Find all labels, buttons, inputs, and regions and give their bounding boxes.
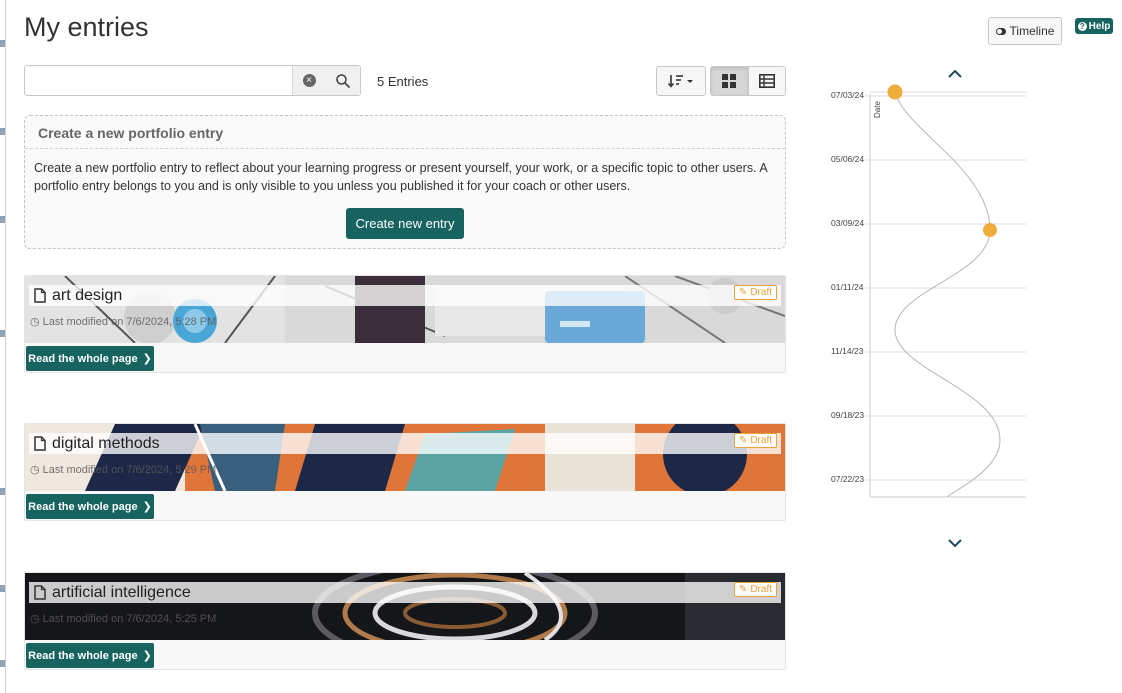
sort-button[interactable] bbox=[656, 66, 706, 96]
timeline-tick-label: 05/06/24 bbox=[831, 154, 865, 164]
window-left-edge bbox=[0, 0, 6, 693]
timeline-tick-label: 11/14/23 bbox=[831, 346, 864, 356]
create-entry-panel: Create a new portfolio entry Create a ne… bbox=[24, 115, 786, 249]
help-icon: ? bbox=[1077, 21, 1087, 31]
chevron-right-icon: ❯ bbox=[142, 501, 152, 513]
search-icon[interactable] bbox=[335, 73, 351, 89]
grid-view-button[interactable] bbox=[711, 67, 748, 95]
read-whole-page-button[interactable]: Read the whole page ❯ bbox=[26, 346, 154, 371]
read-button-label: Read the whole page bbox=[28, 352, 138, 365]
timeline-marker[interactable] bbox=[887, 84, 903, 100]
help-button[interactable]: ? Help bbox=[1075, 18, 1113, 34]
create-entry-description: Create a new portfolio entry to reflect … bbox=[34, 161, 768, 193]
last-modified-text: Last modified on 7/6/2024, 5:28 PM bbox=[42, 315, 217, 328]
entry-title[interactable]: artificial intelligence bbox=[52, 584, 191, 602]
page-title: My entries bbox=[24, 12, 149, 42]
document-icon bbox=[34, 288, 46, 303]
search-box: × bbox=[24, 65, 361, 96]
read-button-label: Read the whole page bbox=[28, 500, 138, 513]
pencil-icon: ✎ bbox=[738, 584, 748, 595]
entry-card-digital-methods: digital methods ✎ Draft ◷ Last modified … bbox=[24, 423, 786, 521]
clear-search-icon[interactable]: × bbox=[302, 74, 316, 87]
timeline-toggle-label: Timeline bbox=[1009, 24, 1055, 38]
read-button-label: Read the whole page bbox=[28, 649, 138, 662]
entry-title-bar: digital methods bbox=[29, 433, 781, 454]
pencil-icon: ✎ bbox=[738, 435, 748, 446]
draft-badge: ✎ Draft bbox=[733, 285, 777, 300]
entries-count: 5 Entries bbox=[377, 74, 429, 89]
pencil-icon: ✎ bbox=[738, 287, 748, 298]
chevron-right-icon: ❯ bbox=[142, 650, 152, 662]
search-input[interactable] bbox=[25, 66, 292, 95]
timeline-toggle-button[interactable]: Timeline bbox=[988, 17, 1062, 45]
document-icon bbox=[34, 585, 46, 600]
create-entry-title: Create a new portfolio entry bbox=[25, 116, 785, 149]
clock-icon: ◷ bbox=[30, 464, 40, 476]
draft-label: Draft bbox=[750, 584, 772, 595]
timeline-tick-label: 01/11/24 bbox=[831, 282, 864, 292]
draft-badge: ✎ Draft bbox=[733, 433, 777, 448]
grid-icon bbox=[722, 74, 737, 88]
last-modified-text: Last modified on 7/6/2024, 5:29 PM bbox=[42, 463, 217, 476]
view-mode-group bbox=[710, 66, 786, 96]
last-modified-info: ◷ Last modified on 7/6/2024, 5:25 PM bbox=[30, 612, 217, 626]
chevron-down-icon[interactable] bbox=[946, 537, 964, 549]
document-icon bbox=[34, 436, 46, 451]
create-new-entry-button[interactable]: Create new entry bbox=[346, 208, 464, 239]
read-whole-page-button[interactable]: Read the whole page ❯ bbox=[26, 494, 154, 519]
table-view-button[interactable] bbox=[747, 67, 785, 95]
table-icon bbox=[758, 74, 775, 88]
timeline-tick-label: 07/03/24 bbox=[831, 90, 865, 100]
timeline-chart bbox=[865, 84, 1026, 498]
entry-card-artificial-intelligence: artificial intelligence ✎ Draft ◷ Last m… bbox=[24, 572, 786, 670]
toggle-icon bbox=[995, 27, 1006, 35]
last-modified-info: ◷ Last modified on 7/6/2024, 5:28 PM bbox=[30, 315, 217, 329]
search-buttons: × bbox=[292, 66, 360, 95]
draft-label: Draft bbox=[750, 435, 772, 446]
read-whole-page-button[interactable]: Read the whole page ❯ bbox=[26, 643, 154, 668]
chevron-right-icon: ❯ bbox=[142, 353, 152, 365]
entry-title-bar: artificial intelligence bbox=[29, 582, 781, 603]
entry-title[interactable]: digital methods bbox=[52, 435, 160, 453]
entry-card-art-design: art design ✎ Draft ◷ Last modified on 7/… bbox=[24, 275, 786, 373]
timeline-tick-label: 07/22/23 bbox=[831, 474, 865, 484]
entry-title-bar: art design bbox=[29, 285, 781, 306]
draft-label: Draft bbox=[750, 287, 772, 298]
help-label: Help bbox=[1088, 20, 1111, 32]
draft-badge: ✎ Draft bbox=[733, 582, 777, 597]
last-modified-info: ◷ Last modified on 7/6/2024, 5:29 PM bbox=[30, 463, 217, 477]
sort-descending-icon bbox=[667, 75, 693, 88]
timeline-tick-label: 03/09/24 bbox=[831, 218, 865, 228]
last-modified-text: Last modified on 7/6/2024, 5:25 PM bbox=[42, 612, 217, 625]
clock-icon: ◷ bbox=[30, 613, 40, 625]
timeline-panel: Date 07/03/24 05/06/24 03/09/24 01/11/24… bbox=[815, 60, 1045, 560]
timeline-axis-title: Date bbox=[873, 101, 882, 118]
entry-title[interactable]: art design bbox=[52, 287, 122, 305]
timeline-marker[interactable] bbox=[983, 223, 997, 237]
timeline-tick-label: 09/18/23 bbox=[831, 410, 865, 420]
clock-icon: ◷ bbox=[30, 316, 40, 328]
